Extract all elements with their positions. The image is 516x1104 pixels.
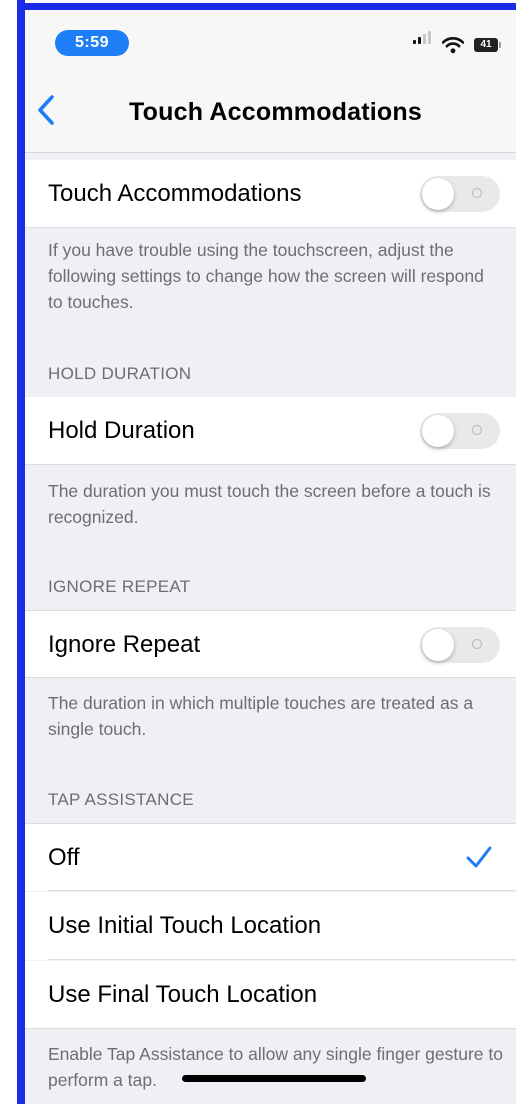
touch-accommodations-row: Touch Accommodations — [25, 160, 516, 228]
touch-accommodations-footer: If you have trouble using the touchscree… — [48, 240, 484, 312]
hold-duration-label: Hold Duration — [48, 417, 195, 444]
hold-duration-header: HOLD DURATION — [48, 364, 192, 383]
tap-assistance-option-off[interactable]: Off — [25, 823, 516, 891]
tap-assistance-option-initial-touch[interactable]: Use Initial Touch Location — [25, 892, 516, 960]
toggle-knob — [422, 178, 454, 210]
toggle-off-indicator-icon — [472, 425, 482, 435]
tap-assistance-header: TAP ASSISTANCE — [48, 790, 194, 809]
battery-icon: 41 — [474, 38, 501, 52]
row-divider — [48, 890, 516, 891]
chevron-left-icon — [38, 95, 54, 125]
ignore-repeat-label: Ignore Repeat — [48, 631, 201, 658]
ignore-repeat-footer: The duration in which multiple touches a… — [48, 693, 474, 739]
touch-accommodations-toggle[interactable] — [420, 176, 500, 212]
option-label: Use Initial Touch Location — [48, 912, 322, 939]
tap-assistance-option-final-touch[interactable]: Use Final Touch Location — [25, 961, 516, 1029]
hold-duration-footer: The duration you must touch the screen b… — [48, 481, 491, 527]
page-title: Touch Accommodations — [129, 98, 422, 126]
tap-assistance-footer: Enable Tap Assistance to allow any singl… — [48, 1044, 503, 1090]
screenshot-border-left — [17, 0, 25, 1104]
wifi-icon — [442, 37, 464, 54]
option-label: Off — [48, 844, 80, 871]
touch-accommodations-label: Touch Accommodations — [48, 180, 302, 207]
back-button[interactable] — [35, 92, 65, 128]
ignore-repeat-header: IGNORE REPEAT — [48, 577, 191, 596]
home-indicator[interactable] — [182, 1075, 366, 1082]
checkmark-icon — [466, 846, 492, 868]
option-label: Use Final Touch Location — [48, 981, 318, 1008]
screenshot-border-top — [17, 3, 516, 10]
toggle-knob — [422, 629, 454, 661]
hold-duration-toggle[interactable] — [420, 413, 500, 449]
hold-duration-row: Hold Duration — [25, 397, 516, 465]
status-time: 5:59 — [55, 30, 129, 56]
toggle-off-indicator-icon — [472, 188, 482, 198]
settings-screen: 5:59 41 Touch Accommodations Touch Accom… — [25, 10, 516, 1104]
ignore-repeat-toggle[interactable] — [420, 627, 500, 663]
navigation-bar: Touch Accommodations — [25, 70, 516, 153]
row-divider — [48, 959, 516, 960]
toggle-off-indicator-icon — [472, 639, 482, 649]
toggle-knob — [422, 415, 454, 447]
ignore-repeat-row: Ignore Repeat — [25, 610, 516, 678]
status-bar: 5:59 41 — [25, 10, 516, 70]
